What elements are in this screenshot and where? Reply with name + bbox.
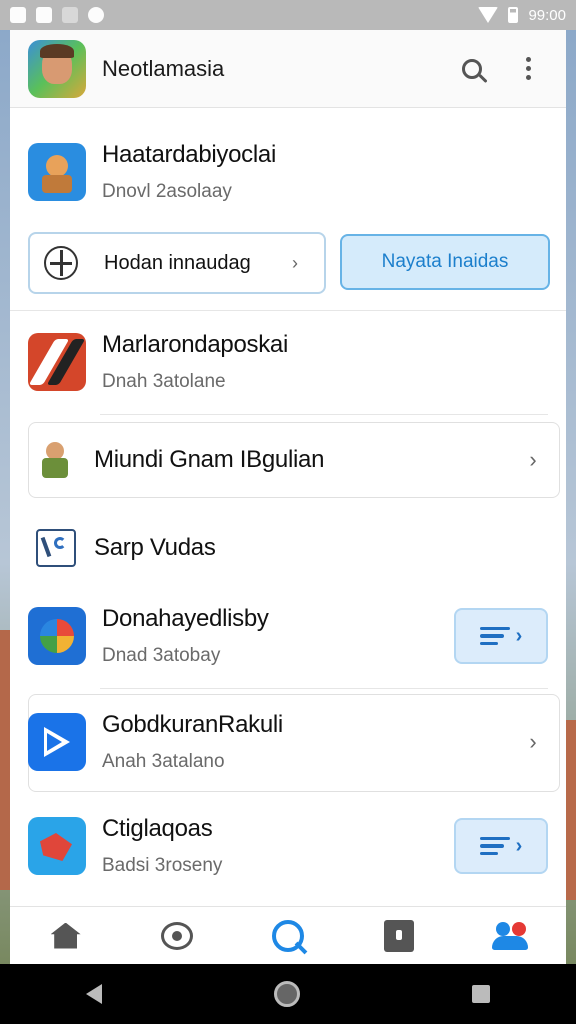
featured-text: Haatardabiyoclai Dnovl 2asolaay [102,141,548,203]
search-button[interactable] [452,49,492,89]
more-vert-icon [525,57,531,80]
featured-row[interactable]: Haatardabiyoclai Dnovl 2asolaay [10,130,566,214]
list-item-title: Miundi Gnam IBgulian [94,446,325,473]
status-bar: 99:00 [0,0,576,30]
wifi-icon [478,7,499,23]
video-icon [36,529,76,567]
list-action-button[interactable]: › [454,818,548,874]
list-item-title: GobdkuranRakuli [102,711,283,738]
hodan-button-label: Hodan innaudag [104,251,251,274]
sync-icon [88,7,104,23]
status-icons-left [10,7,104,23]
list-item[interactable]: Sarp Vudas [10,512,566,584]
list-item-subtitle: Anah 3atalano [102,751,225,772]
list-item[interactable]: Donahayedlisby Dnad 3atobay › [10,594,566,678]
status-icons-right: 99:00 [478,7,566,24]
nayata-button-label: Nayata Inaidas [381,251,509,272]
list-lines-icon [479,836,510,856]
chevron-right-icon: › [515,834,523,857]
list-item[interactable]: Marlarondaposkai Dnah 3atolane [10,320,566,404]
more-options-button[interactable] [508,49,548,89]
recents-icon[interactable] [472,985,490,1003]
app-icon-gobdkuranrakuli [28,713,86,771]
sim-icon [62,7,78,23]
featured-subtitle: Dnovl 2asolaay [102,181,232,202]
battery-icon [508,7,519,23]
hodan-button[interactable]: Hodan innaudag › [28,232,326,294]
home-button-icon[interactable] [274,981,300,1007]
nav-people[interactable] [480,911,540,961]
nayata-button[interactable]: Nayata Inaidas [340,234,550,290]
screenshot-icon [10,7,26,23]
compass-icon [44,246,78,280]
featured-title: Haatardabiyoclai [102,141,276,168]
nav-discover[interactable] [258,911,318,961]
list-item-title: Donahayedlisby [102,605,269,632]
chevron-right-icon: › [529,729,537,754]
chevron-right-icon: › [515,624,523,647]
image-icon [36,7,52,23]
search-icon [462,58,482,79]
avatar-hair [40,43,74,58]
featured-app-icon [28,143,86,201]
app-icon-marlarondaposkai [28,333,86,391]
list-item-subtitle: Dnad 3atobay [102,645,221,666]
status-time: 99:00 [528,6,566,24]
system-navigation-bar [0,964,576,1024]
app-icon-ctiglaqoas [28,817,86,875]
nav-home[interactable] [36,911,96,961]
list-item-title: Marlarondaposkai [102,331,288,358]
app-window: Neotlamasia Haatardabiyoclai Dnovl 2asol… [10,30,566,964]
chevron-right-icon: › [292,252,298,273]
nav-camera[interactable] [147,911,207,961]
bottom-navigation [10,906,566,964]
app-bar: Neotlamasia [10,30,566,108]
list-item-title: Ctiglaqoas [102,815,213,842]
avatar[interactable] [28,39,86,98]
app-icon-donahayedlisby [28,607,86,665]
nav-library[interactable] [369,911,429,961]
row-divider [100,688,548,689]
camera-icon [160,921,193,950]
chevron-right-icon: › [529,447,537,472]
back-icon[interactable] [86,984,102,1004]
discover-icon [271,919,304,952]
list-item[interactable]: Ctiglaqoas Badsi 3roseny › [10,804,566,888]
people-icon [492,921,529,950]
section-divider [10,310,566,311]
book-icon [384,919,415,952]
character-icon [36,438,76,482]
list-lines-icon [479,626,510,646]
list-item-subtitle: Badsi 3roseny [102,855,223,876]
list-item-title: Sarp Vudas [94,534,216,561]
list-action-button[interactable]: › [454,608,548,664]
list-item[interactable]: GobdkuranRakuli Anah 3atalano › [10,700,566,784]
row-divider [100,414,548,415]
list-item[interactable]: Miundi Gnam IBgulian › [10,422,566,498]
list-item-subtitle: Dnah 3atolane [102,371,226,392]
home-icon [50,922,81,949]
app-title: Neotlamasia [102,55,225,81]
